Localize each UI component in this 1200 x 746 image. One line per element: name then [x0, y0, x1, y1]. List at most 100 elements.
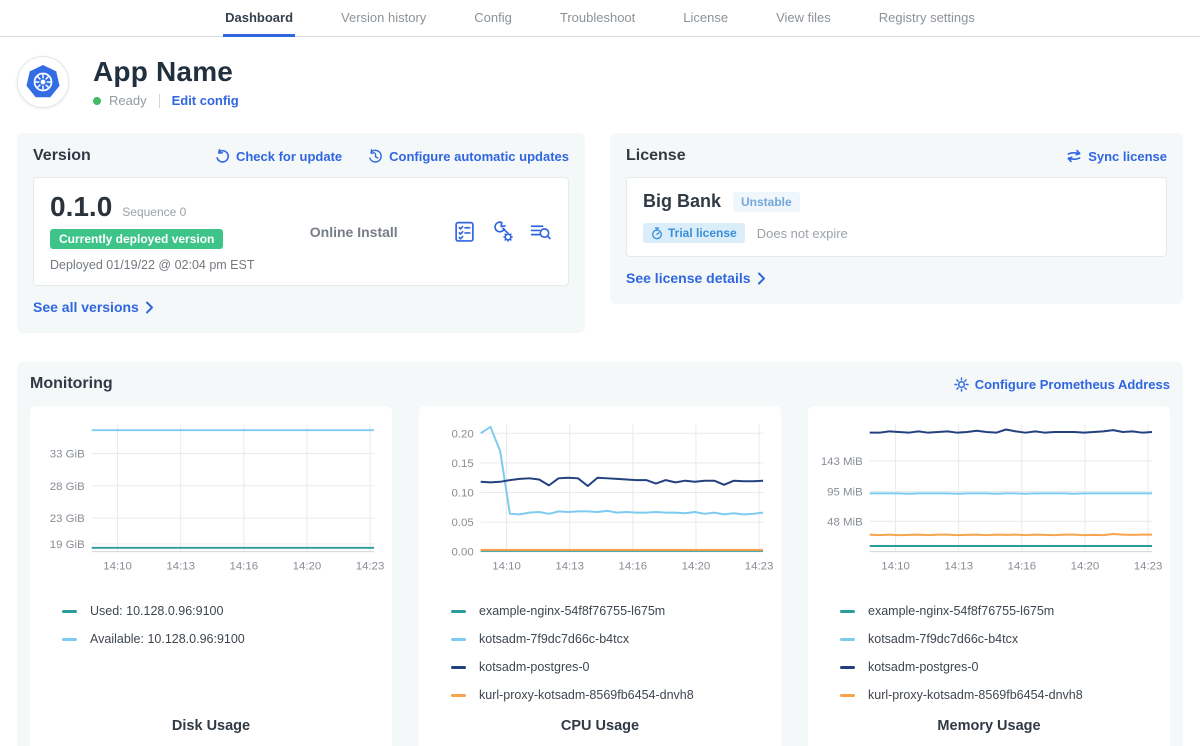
chart-legend: Used: 10.128.0.96:9100 Available: 10.128.… [62, 590, 384, 646]
svg-text:0.20: 0.20 [451, 428, 473, 440]
preflight-checks-icon-button[interactable] [453, 220, 476, 243]
svg-text:0.10: 0.10 [451, 487, 473, 499]
app-title: App Name [93, 56, 239, 88]
sync-icon [1066, 149, 1082, 163]
deploy-logs-icon-button[interactable] [529, 220, 552, 243]
svg-text:14:20: 14:20 [1071, 561, 1100, 573]
svg-text:23 GiB: 23 GiB [50, 513, 85, 525]
configure-prometheus-link[interactable]: Configure Prometheus Address [954, 377, 1170, 392]
legend-swatch [840, 610, 855, 613]
svg-text:33 GiB: 33 GiB [50, 448, 85, 460]
svg-text:14:16: 14:16 [619, 561, 648, 573]
legend-item: example-nginx-54f8f76755-l675m [451, 604, 773, 618]
svg-text:0.15: 0.15 [451, 458, 473, 470]
monitoring-title: Monitoring [30, 375, 113, 393]
version-info: 0.1.0 Sequence 0 Currently deployed vers… [50, 191, 254, 272]
svg-text:14:23: 14:23 [356, 561, 384, 573]
version-card-links: Check for update Configure automatic upd… [215, 149, 569, 164]
chart-title: Disk Usage [38, 702, 384, 742]
chevron-right-icon [757, 272, 766, 285]
version-number-row: 0.1.0 Sequence 0 [50, 191, 254, 223]
chevron-right-icon [145, 301, 154, 314]
see-all-versions-link[interactable]: See all versions [33, 299, 154, 315]
tab-license[interactable]: License [681, 0, 730, 37]
legend-swatch [62, 610, 77, 613]
tab-version-history[interactable]: Version history [339, 0, 428, 37]
legend-item: Used: 10.128.0.96:9100 [62, 604, 384, 618]
chart-title: Memory Usage [816, 702, 1162, 742]
legend-item: kurl-proxy-kotsadm-8569fb6454-dnvh8 [840, 688, 1162, 702]
sync-license-link[interactable]: Sync license [1066, 149, 1167, 164]
legend-item: kotsadm-postgres-0 [451, 660, 773, 674]
legend-item: example-nginx-54f8f76755-l675m [840, 604, 1162, 618]
kubernetes-icon [25, 64, 61, 100]
tab-dashboard[interactable]: Dashboard [223, 0, 295, 37]
legend-item: kotsadm-7f9dc7d66c-b4tcx [451, 632, 773, 646]
charts-row: 19 GiB23 GiB28 GiB33 GiB14:1014:1314:161… [30, 406, 1170, 746]
svg-text:14:20: 14:20 [682, 561, 711, 573]
status-dot [93, 97, 101, 105]
legend-swatch [62, 638, 77, 641]
legend-swatch [451, 666, 466, 669]
license-card-title: License [626, 147, 686, 165]
chart-legend: example-nginx-54f8f76755-l675m kotsadm-7f… [840, 590, 1162, 702]
configure-updates-link[interactable]: Configure automatic updates [368, 149, 569, 164]
svg-text:28 GiB: 28 GiB [50, 481, 85, 493]
license-card: License Sync license Big Bank Unstable [610, 133, 1183, 304]
tab-registry-settings[interactable]: Registry settings [877, 0, 977, 37]
legend-label: kotsadm-7f9dc7d66c-b4tcx [868, 632, 1018, 646]
svg-text:14:13: 14:13 [555, 561, 584, 573]
svg-text:143 MiB: 143 MiB [821, 456, 863, 468]
top-nav: Dashboard Version history Config Troublesho… [0, 0, 1200, 37]
see-license-details-link[interactable]: See license details [626, 270, 766, 286]
svg-text:14:23: 14:23 [1134, 561, 1162, 573]
svg-text:14:10: 14:10 [492, 561, 521, 573]
svg-text:48 MiB: 48 MiB [827, 516, 863, 528]
legend-swatch [451, 610, 466, 613]
app-header-text: App Name Ready Edit config [93, 56, 239, 108]
tab-troubleshoot[interactable]: Troubleshoot [558, 0, 637, 37]
svg-text:14:10: 14:10 [881, 561, 910, 573]
chart-card-memory-usage: 48 MiB95 MiB143 MiB14:1014:1314:1614:201… [808, 406, 1170, 746]
svg-text:0.05: 0.05 [451, 517, 473, 529]
license-box: Big Bank Unstable Trial license Does not… [626, 177, 1167, 257]
chart-card-disk-usage: 19 GiB23 GiB28 GiB33 GiB14:1014:1314:161… [30, 406, 392, 746]
tab-config[interactable]: Config [472, 0, 514, 37]
monitoring-section: Monitoring Configure Prometheus Address … [17, 362, 1183, 746]
version-sequence: Sequence 0 [122, 205, 186, 219]
current-version-box: 0.1.0 Sequence 0 Currently deployed vers… [33, 177, 569, 286]
license-expiry: Does not expire [757, 226, 848, 241]
version-actions [453, 220, 552, 243]
legend-label: example-nginx-54f8f76755-l675m [479, 604, 665, 618]
edit-config-link[interactable]: Edit config [172, 93, 239, 108]
app-logo [17, 56, 69, 108]
deployed-badge: Currently deployed version [50, 229, 223, 249]
svg-text:14:16: 14:16 [1008, 561, 1037, 573]
legend-item: kotsadm-postgres-0 [840, 660, 1162, 674]
version-card: Version Check for update Configure au [17, 133, 585, 333]
configure-updates-label: Configure automatic updates [389, 149, 569, 164]
stopwatch-icon [651, 227, 663, 240]
preflight-checks-icon [453, 220, 476, 243]
legend-item: kotsadm-7f9dc7d66c-b4tcx [840, 632, 1162, 646]
tab-view-files[interactable]: View files [774, 0, 833, 37]
gear-icon [954, 377, 969, 392]
legend-item: kurl-proxy-kotsadm-8569fb6454-dnvh8 [451, 688, 773, 702]
chart-svg: 0.000.050.100.150.2014:1014:1314:1614:20… [427, 414, 773, 582]
divider [159, 94, 160, 108]
version-number: 0.1.0 [50, 191, 112, 223]
legend-label: kurl-proxy-kotsadm-8569fb6454-dnvh8 [479, 688, 694, 702]
deployed-timestamp: Deployed 01/19/22 @ 02:04 pm EST [50, 258, 254, 272]
legend-item: Available: 10.128.0.96:9100 [62, 632, 384, 646]
legend-swatch [451, 694, 466, 697]
check-for-update-link[interactable]: Check for update [215, 149, 342, 164]
svg-text:14:23: 14:23 [745, 561, 773, 573]
chart-legend: example-nginx-54f8f76755-l675m kotsadm-7f… [451, 590, 773, 702]
config-icon-button[interactable] [491, 220, 514, 243]
legend-label: kotsadm-postgres-0 [868, 660, 978, 674]
app-status-row: Ready Edit config [93, 93, 239, 108]
chart-svg: 48 MiB95 MiB143 MiB14:1014:1314:1614:201… [816, 414, 1162, 582]
refresh-icon [215, 149, 230, 164]
customer-name: Big Bank [643, 191, 721, 212]
legend-swatch [840, 638, 855, 641]
